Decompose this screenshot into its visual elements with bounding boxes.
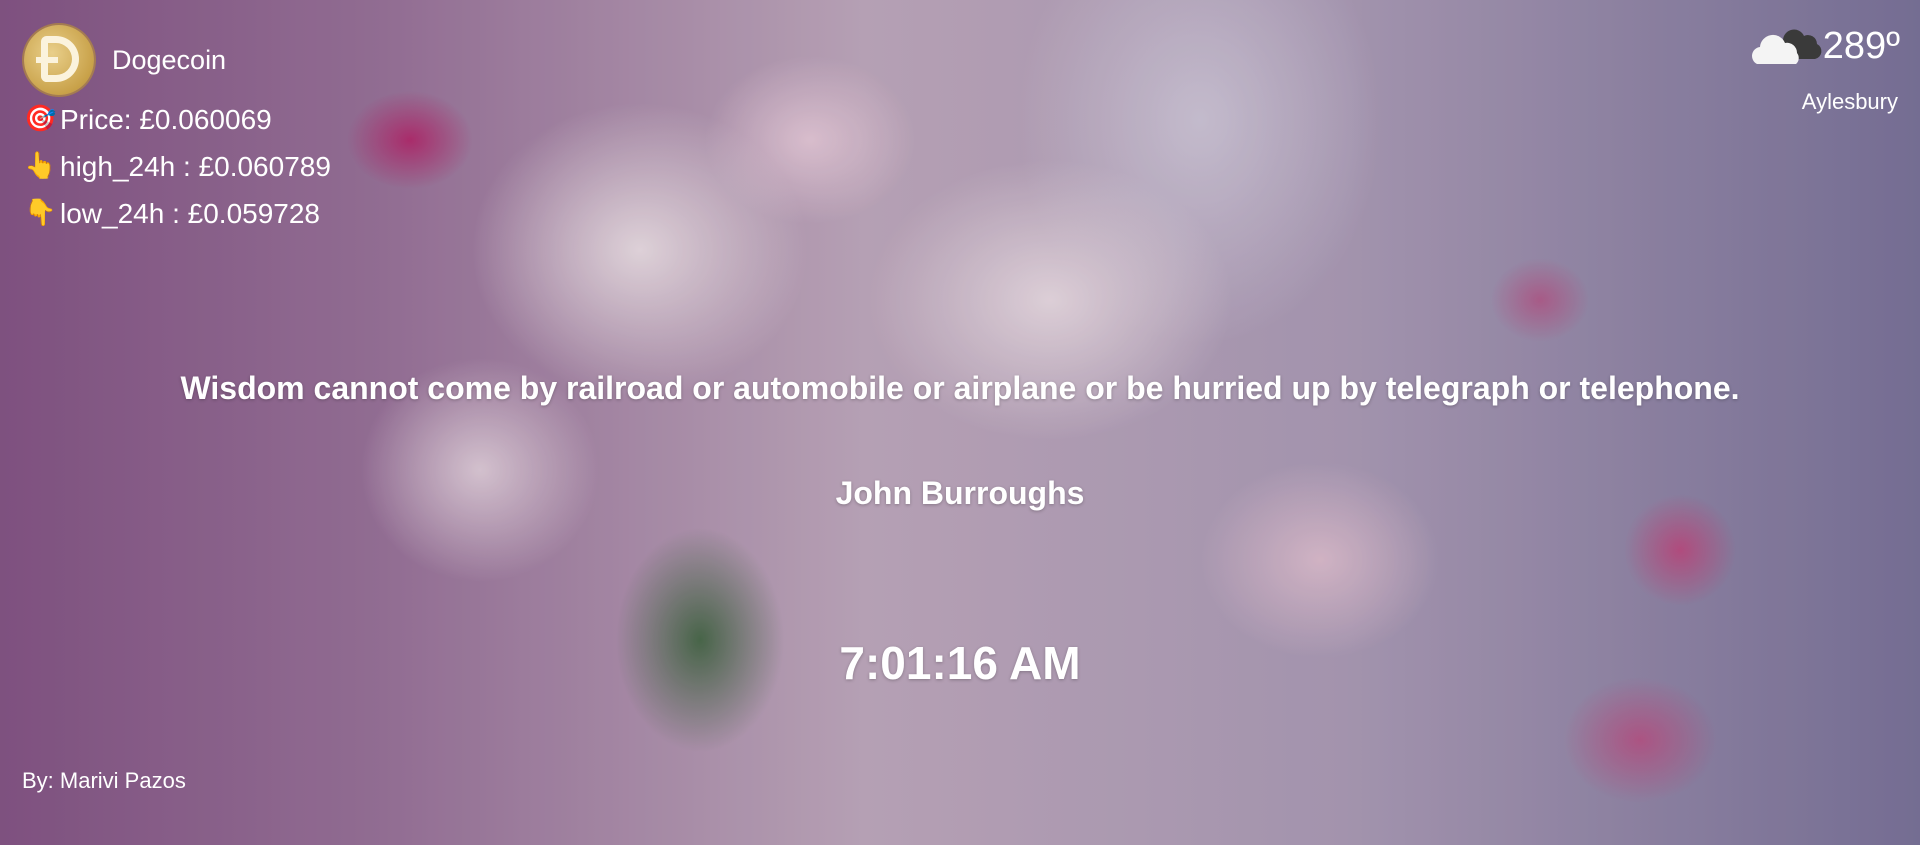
weather-row: 289º — [1749, 20, 1900, 73]
weather-location: Aylesbury — [1801, 89, 1898, 114]
crypto-high-text: high_24h : £0.060789 — [60, 151, 331, 182]
crypto-header: Dogecoin — [24, 24, 331, 96]
pointing-down-icon: 👇 — [24, 198, 57, 228]
crypto-low-text: low_24h : £0.059728 — [60, 198, 320, 229]
clock-time: 7:01:16 AM — [839, 637, 1081, 689]
dart-target-icon: 🎯 — [24, 104, 57, 134]
crypto-high: 👆 high_24h : £0.060789 — [24, 143, 331, 190]
weather-widget: 289º Aylesbury — [1749, 20, 1900, 115]
crypto-name: Dogecoin — [112, 44, 227, 75]
crypto-price-text: Price: £0.060069 — [60, 104, 272, 135]
quote-text: Wisdom cannot come by railroad or automo… — [180, 370, 1740, 406]
crypto-price: 🎯 Price: £0.060069 — [24, 96, 331, 143]
pointing-up-icon: 👆 — [24, 151, 57, 181]
crypto-widget: Dogecoin 🎯 Price: £0.060069 👆 high_24h :… — [24, 24, 331, 237]
dogecoin-logo-icon — [24, 25, 94, 95]
photo-credit: By: Marivi Pazos — [22, 768, 186, 793]
weather-temperature: 289º — [1822, 25, 1900, 67]
cloudy-icon — [1749, 20, 1823, 73]
quote-author: John Burroughs — [835, 475, 1085, 511]
crypto-low: 👇 low_24h : £0.059728 — [24, 190, 331, 237]
